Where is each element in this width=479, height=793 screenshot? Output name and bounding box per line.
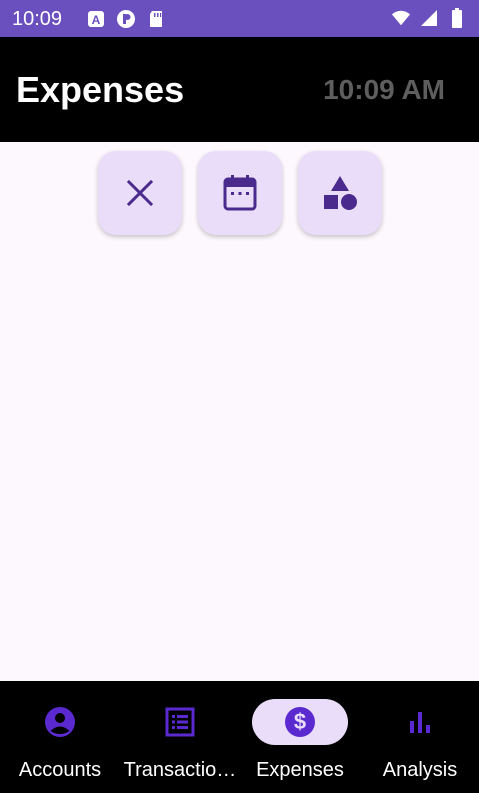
nav-pill <box>372 699 468 745</box>
nav-label: Expenses <box>256 759 344 781</box>
cell-signal-icon <box>419 8 439 28</box>
category-filter-button[interactable] <box>298 151 382 235</box>
svg-text:A: A <box>92 13 101 27</box>
status-time: 10:09 <box>12 8 63 30</box>
wifi-icon <box>391 8 411 28</box>
app-bar: Expenses 10:09 AM <box>0 37 479 142</box>
dollar-circle-icon: $ <box>285 707 315 737</box>
status-system-icons <box>391 8 467 28</box>
svg-text:$: $ <box>294 709 306 734</box>
expenses-content <box>0 142 479 681</box>
nav-item-analysis[interactable]: Analysis <box>360 681 479 793</box>
status-bar: 10:09 A <box>0 0 479 37</box>
nav-pill-active: $ <box>252 699 348 745</box>
close-icon <box>126 179 154 207</box>
clear-filter-button[interactable] <box>98 151 182 235</box>
account-circle-icon <box>45 707 75 737</box>
list-icon <box>165 707 195 737</box>
nav-pill <box>132 699 228 745</box>
status-notification-icons: A <box>86 9 166 29</box>
nav-item-transactions[interactable]: Transactio… <box>120 681 240 793</box>
battery-icon <box>447 8 467 28</box>
a-badge-icon: A <box>86 9 106 29</box>
bar-chart-icon <box>410 712 430 733</box>
clock-display: 10:09 AM <box>323 74 445 105</box>
calendar-icon <box>223 175 257 211</box>
nav-item-accounts[interactable]: Accounts <box>0 681 120 793</box>
category-shapes-icon <box>324 176 357 210</box>
nav-item-expenses[interactable]: $ Expenses <box>240 681 360 793</box>
date-filter-button[interactable] <box>198 151 282 235</box>
filter-chip-row <box>98 151 382 235</box>
page-title: Expenses <box>16 69 185 110</box>
nav-label: Transactio… <box>123 759 237 781</box>
bottom-navigation: Accounts Transactio… $ Expenses Analysis <box>0 681 479 793</box>
nav-label: Analysis <box>382 759 458 781</box>
sd-card-icon <box>146 9 166 29</box>
p-badge-icon <box>116 9 136 29</box>
nav-label: Accounts <box>18 759 102 781</box>
nav-pill <box>12 699 108 745</box>
